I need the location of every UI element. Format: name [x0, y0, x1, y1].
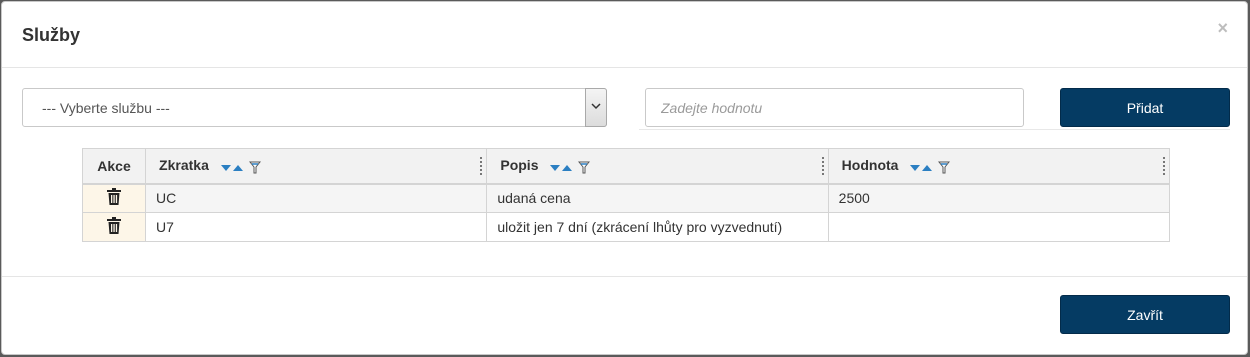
value-cell: 2500	[828, 183, 1171, 213]
column-label: Hodnota	[841, 157, 899, 174]
close-button[interactable]: Zavřít	[1060, 295, 1230, 334]
sort-arrows-icon[interactable]	[220, 163, 245, 172]
dialog-header: Služby ×	[2, 2, 1247, 68]
close-icon[interactable]: ×	[1217, 19, 1228, 37]
value-input[interactable]	[645, 88, 1024, 127]
divider	[639, 129, 1230, 130]
filter-icon[interactable]	[578, 161, 591, 174]
filter-icon[interactable]	[938, 161, 951, 174]
table-header-row: Akce Zkratka Popis Hodnota	[82, 148, 1171, 185]
services-table: Akce Zkratka Popis Hodnota UC udaná cena…	[82, 148, 1171, 242]
description-cell: udaná cena	[486, 183, 829, 213]
service-select-value: --- Vyberte službu ---	[42, 100, 170, 116]
action-cell	[82, 183, 147, 213]
column-header-actions: Akce	[82, 148, 147, 185]
trash-icon[interactable]	[107, 188, 122, 206]
table-row: UC udaná cena 2500	[82, 183, 1171, 213]
sort-arrows-icon[interactable]	[910, 163, 934, 172]
column-header-value[interactable]: Hodnota	[828, 148, 1171, 185]
chevron-down-icon	[591, 101, 601, 113]
sort-arrows-icon[interactable]	[550, 163, 574, 172]
dropdown-button[interactable]	[585, 88, 607, 127]
value-cell	[828, 212, 1171, 242]
trash-icon[interactable]	[107, 217, 122, 234]
service-select[interactable]: --- Vyberte službu ---	[22, 88, 607, 127]
column-resize-handle[interactable]	[480, 157, 483, 175]
table-row: U7 uložit jen 7 dní (zkrácení lhůty pro …	[82, 212, 1171, 242]
dialog-title: Služby	[22, 25, 81, 45]
column-resize-handle[interactable]	[821, 157, 825, 175]
footer-divider	[2, 276, 1247, 277]
column-label: Popis	[500, 157, 539, 174]
column-resize-handle[interactable]	[1163, 157, 1166, 175]
services-dialog: Služby × --- Vyberte službu --- Přidat A…	[1, 1, 1248, 355]
column-header-code[interactable]: Zkratka	[145, 148, 488, 185]
action-cell	[82, 212, 147, 242]
column-header-description[interactable]: Popis	[486, 148, 829, 185]
add-button[interactable]: Přidat	[1060, 88, 1230, 127]
column-label: Zkratka	[159, 157, 209, 174]
code-cell: U7	[145, 212, 488, 242]
code-cell: UC	[145, 183, 488, 213]
filter-icon[interactable]	[248, 161, 261, 174]
description-cell: uložit jen 7 dní (zkrácení lhůty pro vyz…	[486, 212, 829, 242]
